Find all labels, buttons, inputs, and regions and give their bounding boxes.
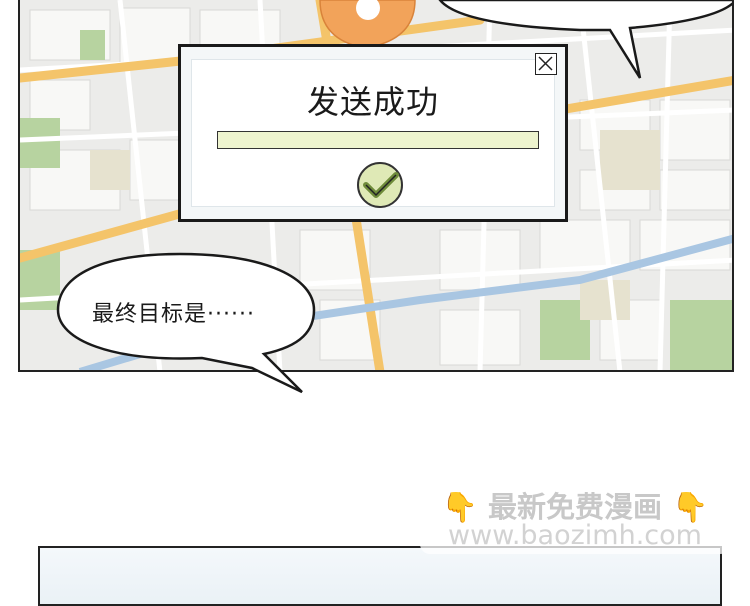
watermark-title: 最新免费漫画 (487, 490, 662, 524)
pointing-down-icon: 👇 (441, 490, 478, 524)
next-panel (38, 546, 722, 606)
pointing-down-icon: 👇 (672, 490, 709, 524)
close-icon (538, 56, 553, 71)
watermark: 👇 最新免费漫画 👇 www.baozimh.com (420, 476, 730, 554)
progress-fill (218, 132, 538, 148)
dialog-title: 发送成功 (306, 83, 439, 121)
checkmark-icon (357, 162, 403, 208)
speech-bubble-text: 最终目标是······ (92, 302, 255, 327)
send-success-dialog: 发送成功 (178, 44, 568, 222)
progress-bar (217, 131, 539, 149)
watermark-url: www.baozimh.com (448, 520, 702, 551)
close-button[interactable] (535, 53, 557, 75)
